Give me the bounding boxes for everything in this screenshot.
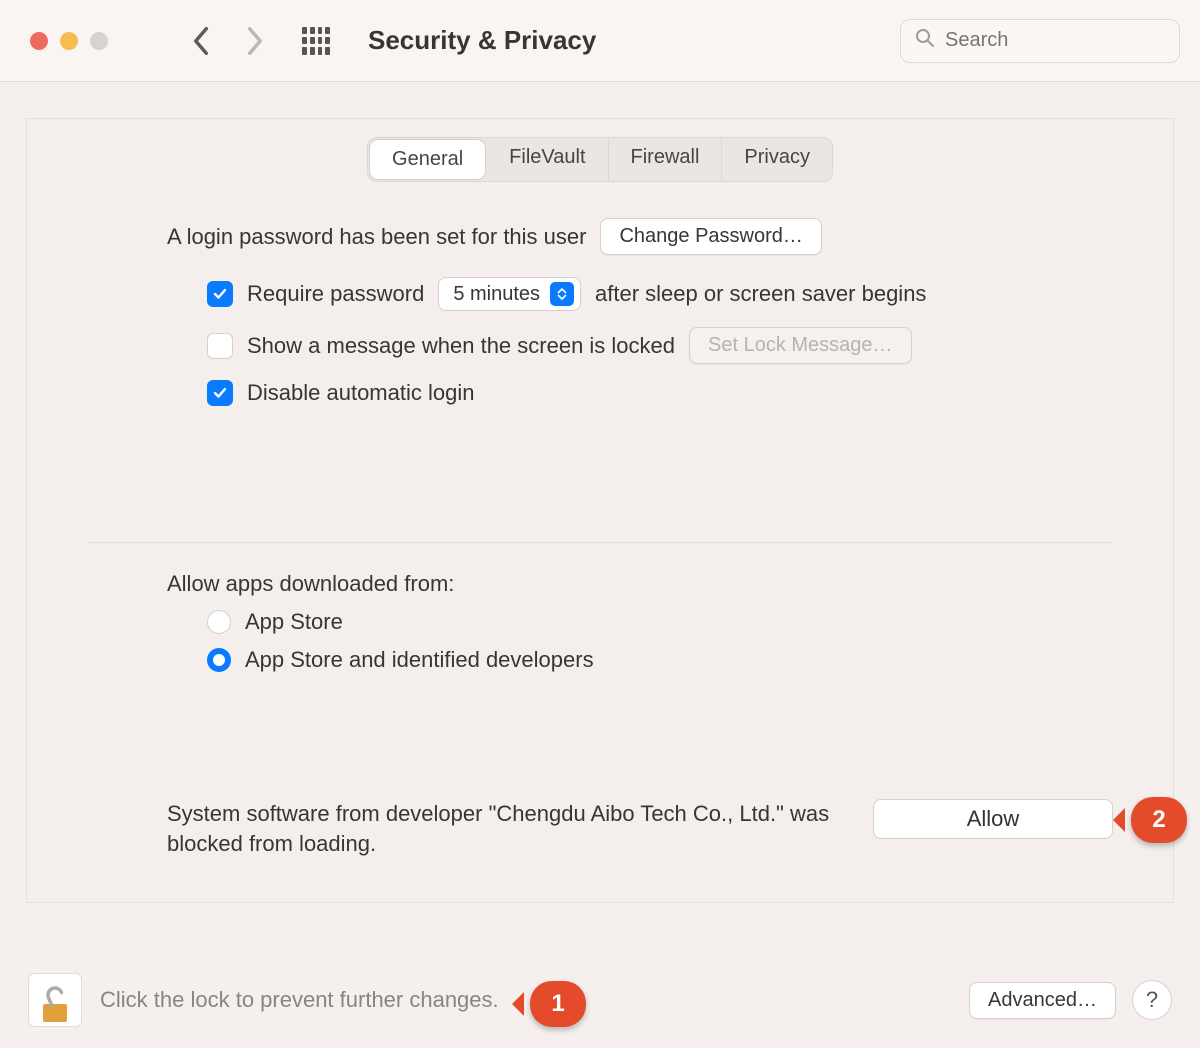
show-message-checkbox[interactable] — [207, 333, 233, 359]
section-divider — [87, 542, 1113, 543]
toolbar: Security & Privacy — [0, 0, 1200, 82]
back-button[interactable] — [188, 28, 214, 54]
require-password-checkbox[interactable] — [207, 281, 233, 307]
close-window-button[interactable] — [30, 32, 48, 50]
disable-auto-login-label: Disable automatic login — [247, 380, 474, 406]
allow-button[interactable]: Allow — [873, 799, 1113, 839]
disable-auto-login-checkbox[interactable] — [207, 380, 233, 406]
help-button[interactable]: ? — [1132, 980, 1172, 1020]
require-password-suffix: after sleep or screen saver begins — [595, 281, 926, 307]
require-password-label: Require password — [247, 281, 424, 307]
radio-appstore-identified[interactable] — [207, 648, 231, 672]
tab-filevault[interactable]: FileVault — [487, 138, 608, 181]
advanced-button[interactable]: Advanced… — [969, 982, 1116, 1019]
tab-privacy[interactable]: Privacy — [722, 138, 832, 181]
nav-buttons — [188, 28, 268, 54]
search-icon — [915, 28, 935, 54]
lock-button[interactable] — [28, 973, 82, 1027]
allow-apps-section: Allow apps downloaded from: App Store Ap… — [27, 571, 1173, 709]
forward-button — [242, 28, 268, 54]
radio-appstore[interactable] — [207, 610, 231, 634]
tab-bar: General FileVault Firewall Privacy — [27, 119, 1173, 182]
window-controls — [30, 32, 108, 50]
radio-appstore-identified-label: App Store and identified developers — [245, 647, 594, 673]
footer: Click the lock to prevent further change… — [0, 952, 1200, 1048]
fullscreen-window-button[interactable] — [90, 32, 108, 50]
search-input[interactable] — [945, 29, 1200, 52]
blocked-software-text: System software from developer "Chengdu … — [167, 799, 843, 858]
login-section: A login password has been set for this u… — [27, 182, 1173, 446]
login-password-text: A login password has been set for this u… — [167, 224, 586, 250]
annotation-callout-2: 2 — [1131, 797, 1187, 843]
search-field[interactable] — [900, 19, 1180, 63]
allow-apps-heading: Allow apps downloaded from: — [167, 571, 1113, 597]
show-message-label: Show a message when the screen is locked — [247, 333, 675, 359]
set-lock-message-button: Set Lock Message… — [689, 327, 912, 364]
annotation-callout-1: 1 — [530, 981, 586, 1027]
stepper-icon — [550, 282, 574, 306]
unlocked-padlock-icon — [37, 982, 73, 1026]
require-password-delay-select[interactable]: 5 minutes — [438, 277, 581, 311]
radio-appstore-label: App Store — [245, 609, 343, 635]
lock-hint: Click the lock to prevent further change… — [100, 987, 969, 1013]
show-all-icon[interactable] — [302, 27, 330, 55]
minimize-window-button[interactable] — [60, 32, 78, 50]
tab-general[interactable]: General — [370, 140, 485, 179]
tab-firewall[interactable]: Firewall — [609, 138, 723, 181]
change-password-button[interactable]: Change Password… — [600, 218, 821, 255]
require-password-delay-value: 5 minutes — [453, 283, 540, 306]
page-title: Security & Privacy — [368, 25, 900, 56]
content: General FileVault Firewall Privacy A log… — [0, 82, 1200, 903]
blocked-software-row: System software from developer "Chengdu … — [27, 799, 1173, 902]
lock-hint-text: Click the lock to prevent further change… — [100, 987, 499, 1012]
preferences-panel: General FileVault Firewall Privacy A log… — [26, 118, 1174, 903]
